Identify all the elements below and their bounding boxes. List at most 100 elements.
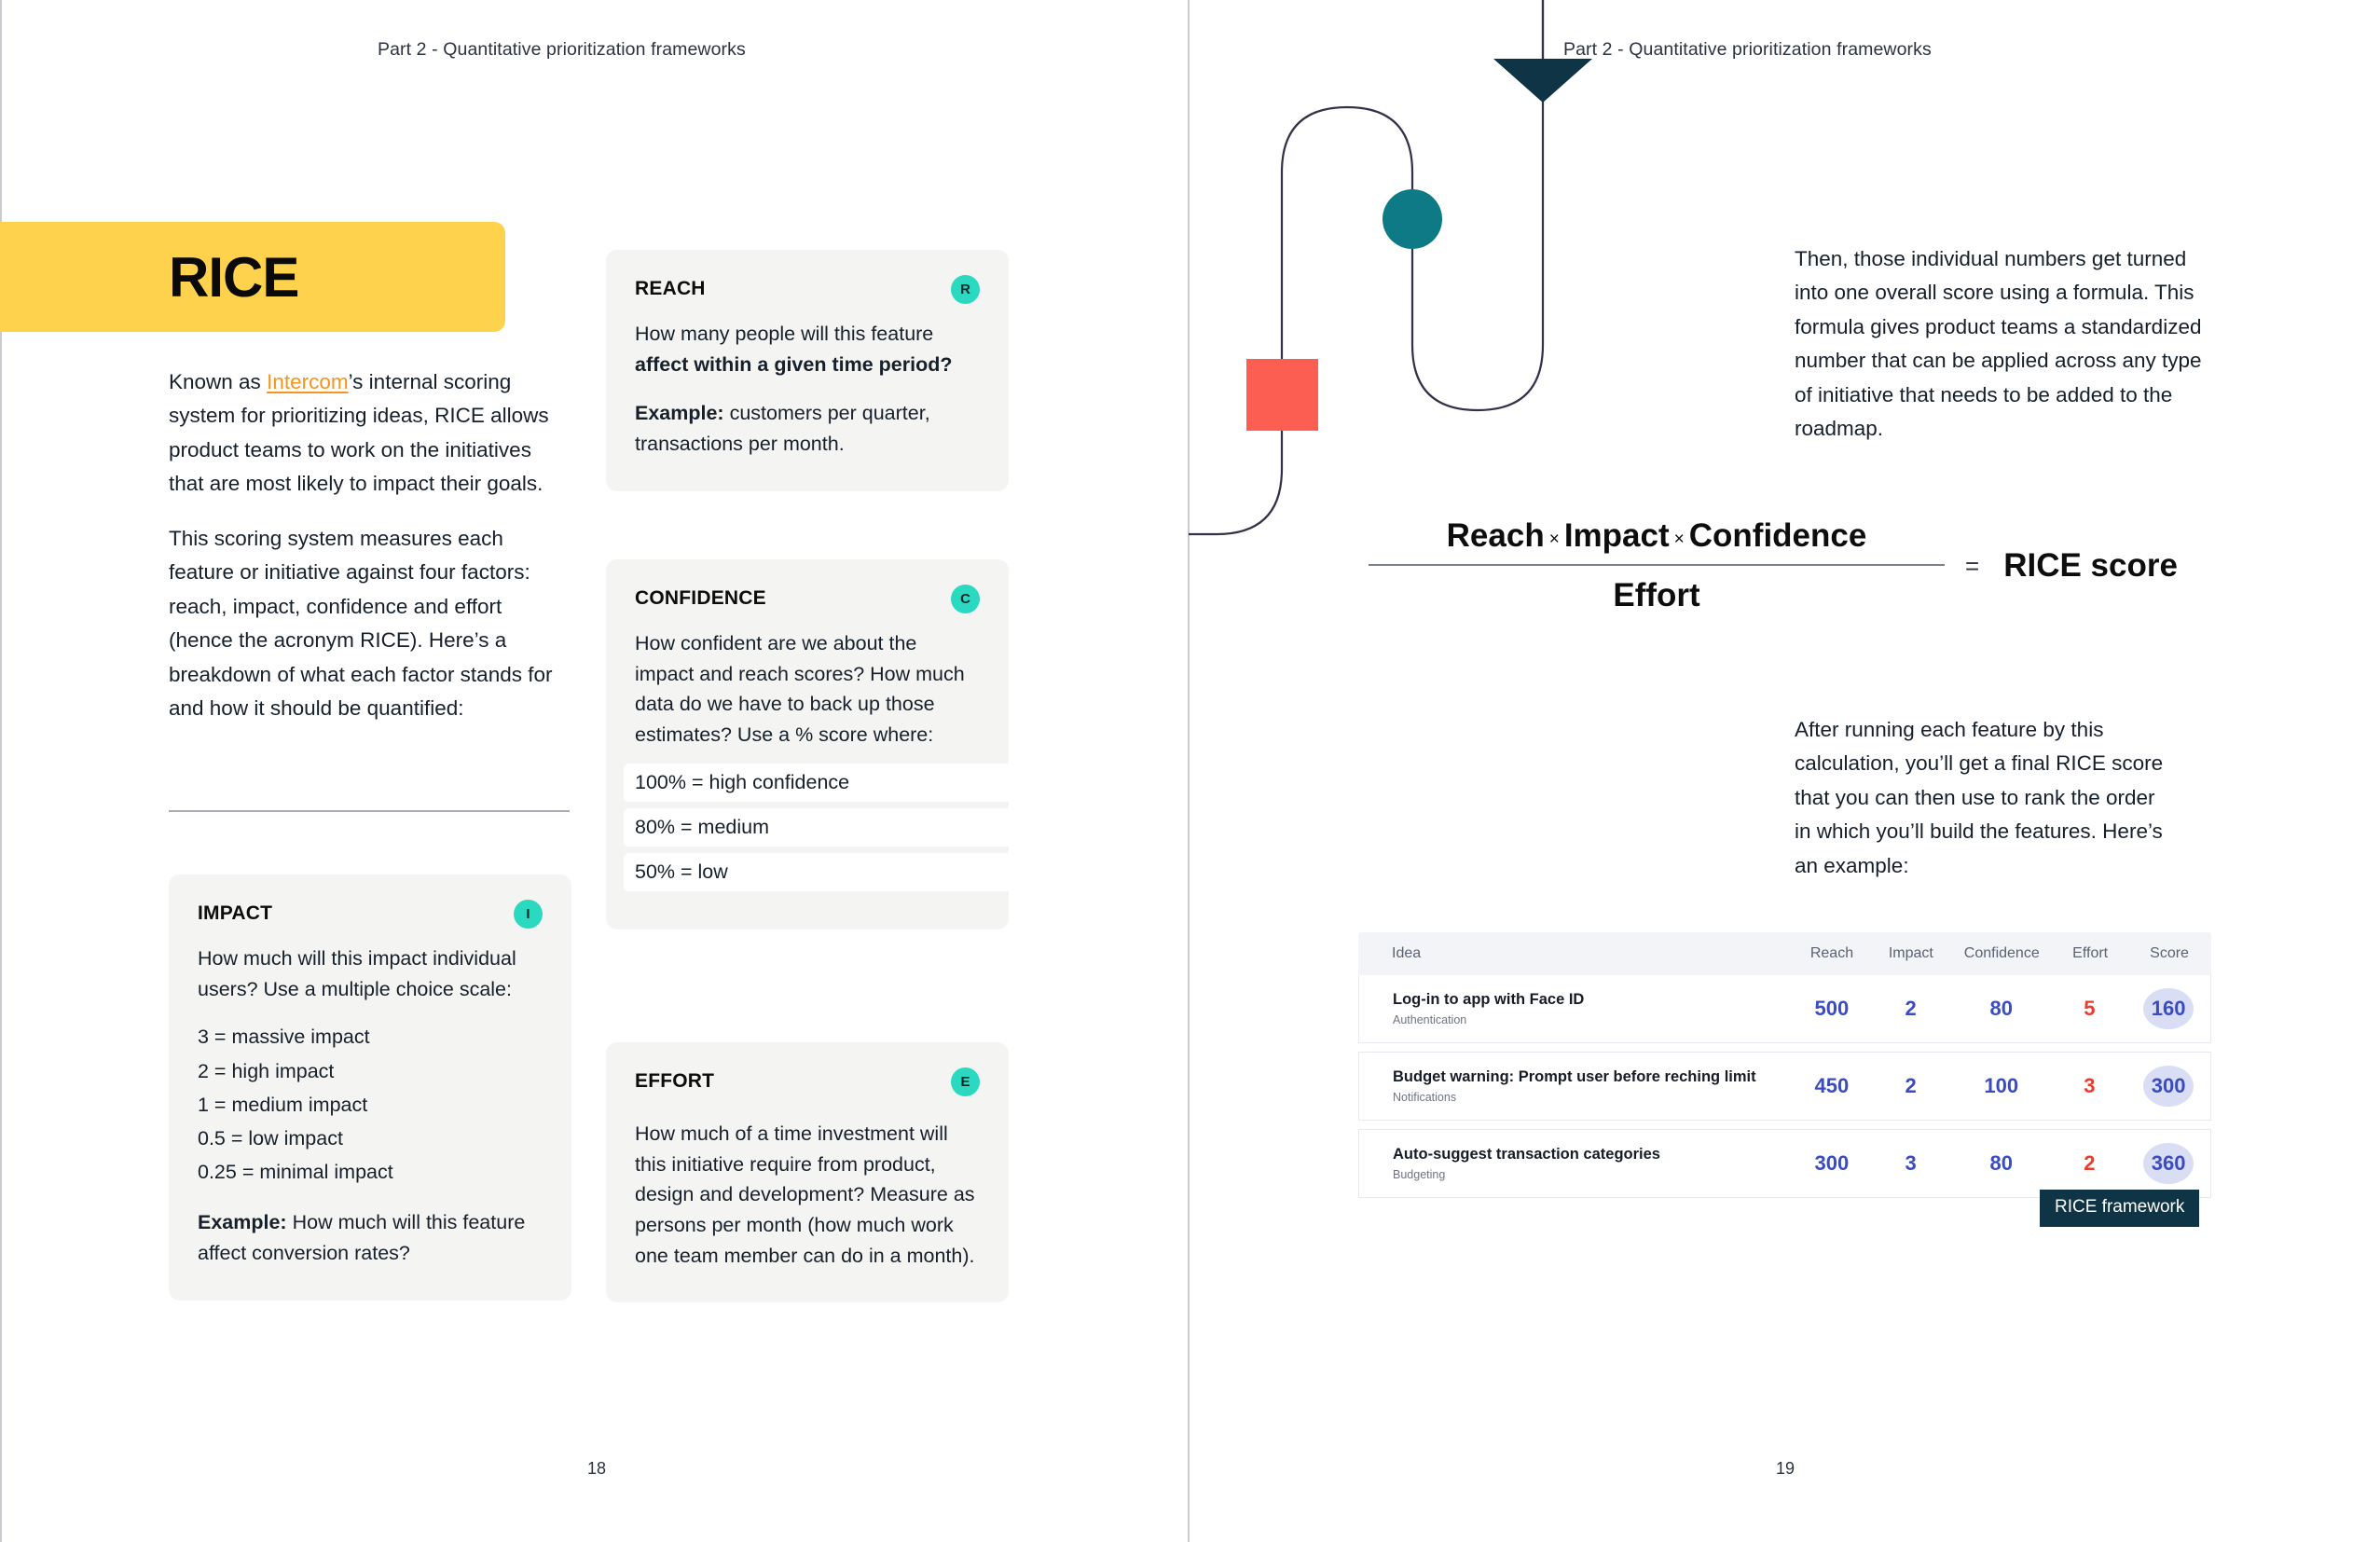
column-header-reach: Reach: [1809, 945, 1854, 961]
impact-scale-item: 1 = medium impact: [198, 1093, 368, 1116]
card-reach-question: How many people will this feature affect…: [635, 319, 980, 379]
card-effort: EFFORT E How much of a time investment w…: [606, 1042, 1009, 1303]
running-head-right: Part 2 - Quantitative prioritization fra…: [1563, 39, 1932, 60]
card-effort-title: EFFORT: [635, 1070, 715, 1092]
impact-scale-item: 0.25 = minimal impact: [198, 1161, 393, 1184]
page-title: RICE: [169, 245, 299, 309]
confidence-scale-item: 100% = high confidence: [624, 763, 1011, 802]
card-confidence-header: CONFIDENCE C: [635, 585, 980, 613]
idea-title: Log-in to app with Face ID: [1393, 991, 1585, 1008]
reach-example-label: Example:: [635, 402, 724, 425]
card-reach-example: Example: customers per quarter, transact…: [635, 398, 980, 459]
formula-intro-text: Then, those individual numbers get turne…: [1795, 242, 2214, 447]
card-confidence-title: CONFIDENCE: [635, 587, 766, 609]
table-cell-reach: 300: [1814, 1151, 1850, 1175]
formula-confidence: Confidence: [1688, 517, 1867, 554]
card-impact: IMPACT I How much will this impact indiv…: [169, 874, 571, 1301]
column-header-idea: Idea: [1392, 945, 1422, 961]
confidence-scale-item: 80% = medium: [624, 807, 1011, 847]
card-effort-header: EFFORT E: [635, 1067, 980, 1096]
table-cell-confidence: 80: [1989, 1151, 2013, 1175]
table-cell-reach: 450: [1814, 1074, 1850, 1097]
idea-category: Notifications: [1393, 1091, 1457, 1104]
intro-p1-before: Known as: [169, 370, 268, 393]
card-reach-title: REACH: [635, 278, 706, 299]
effort-badge-icon: E: [951, 1067, 980, 1096]
intro-paragraph-1: Known as Intercom’s internal scoring sys…: [169, 365, 571, 502]
column-header-score: Score: [2150, 945, 2189, 961]
formula-denominator: Effort: [1613, 577, 1700, 613]
table-cell-reach: 500: [1814, 997, 1850, 1020]
impact-scale-item: 0.5 = low impact: [198, 1126, 343, 1150]
card-impact-header: IMPACT I: [198, 900, 543, 929]
table-row[interactable]: Auto-suggest transaction categories Budg…: [1358, 1129, 2211, 1198]
table-cell-effort: 2: [2084, 1151, 2096, 1175]
impact-badge-icon: I: [514, 900, 543, 929]
section-divider: [169, 810, 570, 812]
column-header-effort: Effort: [2072, 945, 2109, 961]
idea-title: Budget warning: Prompt user before rechi…: [1393, 1068, 1756, 1085]
rice-formula: Reach × Impact × Confidence Effort = RICE sc…: [1369, 517, 2208, 614]
page-gutter: [1188, 0, 1190, 1542]
card-confidence-intro: How confident are we about the impact an…: [635, 632, 965, 747]
formula-after-paragraph: After running each feature by this calcu…: [1795, 718, 2164, 877]
formula-reach: Reach: [1446, 517, 1545, 554]
idea-category: Budgeting: [1393, 1168, 1446, 1181]
idea-title: Auto-suggest transaction categories: [1393, 1146, 1660, 1163]
formula-result: RICE score: [2003, 547, 2178, 584]
card-confidence: CONFIDENCE C How confident are we about …: [606, 559, 1011, 929]
table-cell-impact: 2: [1905, 997, 1917, 1020]
impact-scale-item: 2 = high impact: [198, 1059, 335, 1082]
idea-category: Authentication: [1393, 1013, 1467, 1026]
formula-equals-sign: =: [1965, 551, 1980, 580]
card-impact-example: Example: How much will this feature affe…: [198, 1207, 543, 1268]
intercom-link[interactable]: Intercom: [267, 370, 349, 393]
formula-numerator: Reach × Impact × Confidence: [1369, 517, 1945, 564]
confidence-badge-icon: C: [951, 585, 980, 613]
table-cell-idea: Log-in to app with Face ID Authenticatio…: [1359, 991, 1793, 1026]
table-cell-score: 360: [2126, 1143, 2210, 1184]
table-cell-impact: 2: [1905, 1074, 1917, 1097]
column-header-impact: Impact: [1888, 945, 1933, 961]
book-spread: Part 2 - Quantitative prioritization fra…: [0, 0, 2380, 1542]
confidence-scale-item: 50% = low: [624, 852, 1011, 891]
table-row[interactable]: Budget warning: Prompt user before rechi…: [1358, 1052, 2211, 1121]
formula-impact: Impact: [1563, 517, 1670, 554]
table-cell-impact: 3: [1905, 1151, 1917, 1175]
table-cell-effort: 5: [2084, 997, 2096, 1020]
score-badge: 360: [2143, 1143, 2194, 1184]
table-cell-idea: Auto-suggest transaction categories Budg…: [1359, 1146, 1793, 1181]
table-cell-idea: Budget warning: Prompt user before rechi…: [1359, 1068, 1793, 1104]
table-header-row: Idea Reach Impact Confidence Effort Scor…: [1358, 932, 2211, 975]
table-row[interactable]: Log-in to app with Face ID Authenticatio…: [1358, 975, 2211, 1043]
reach-question-bold: affect within a given time period?: [635, 352, 953, 376]
table-cell-confidence: 80: [1989, 997, 2013, 1020]
table-caption-badge: RICE framework: [2040, 1190, 2200, 1227]
table-cell-effort: 3: [2084, 1074, 2096, 1097]
multiply-icon: ×: [1673, 530, 1685, 549]
multiply-icon: ×: [1548, 530, 1560, 549]
formula-fraction: Reach × Impact × Confidence Effort: [1369, 517, 1945, 614]
score-badge: 300: [2143, 1066, 2194, 1107]
page-number-right: 19: [1776, 1459, 1795, 1478]
running-head-left: Part 2 - Quantitative prioritization fra…: [378, 39, 746, 60]
rice-example-table: Idea Reach Impact Confidence Effort Scor…: [1358, 932, 2211, 1198]
intro-paragraph-2: This scoring system measures each featur…: [169, 526, 553, 720]
formula-intro-paragraph: Then, those individual numbers get turne…: [1795, 247, 2202, 441]
formula-after-text: After running each feature by this calcu…: [1795, 713, 2167, 883]
confidence-scale-list: 100% = high confidence 80% = medium 50% …: [624, 763, 1011, 891]
card-reach: REACH R How many people will this featur…: [606, 250, 1009, 491]
card-effort-body: How much of a time investment will this …: [635, 1122, 975, 1267]
impact-scale-item: 3 = massive impact: [198, 1026, 370, 1049]
intro-copy-column: Known as Intercom’s internal scoring sys…: [169, 365, 571, 725]
reach-badge-icon: R: [951, 275, 980, 304]
card-impact-intro: How much will this impact individual use…: [198, 947, 516, 1000]
reach-question-normal: How many people will this feature: [635, 323, 934, 345]
table-cell-score: 160: [2126, 988, 2210, 1029]
column-header-confidence: Confidence: [1963, 945, 2040, 961]
page-right: [1189, 0, 2380, 1542]
rice-title-banner: RICE: [0, 222, 505, 332]
card-reach-header: REACH R: [635, 275, 980, 304]
score-badge: 160: [2143, 988, 2194, 1029]
card-impact-title: IMPACT: [198, 902, 273, 924]
